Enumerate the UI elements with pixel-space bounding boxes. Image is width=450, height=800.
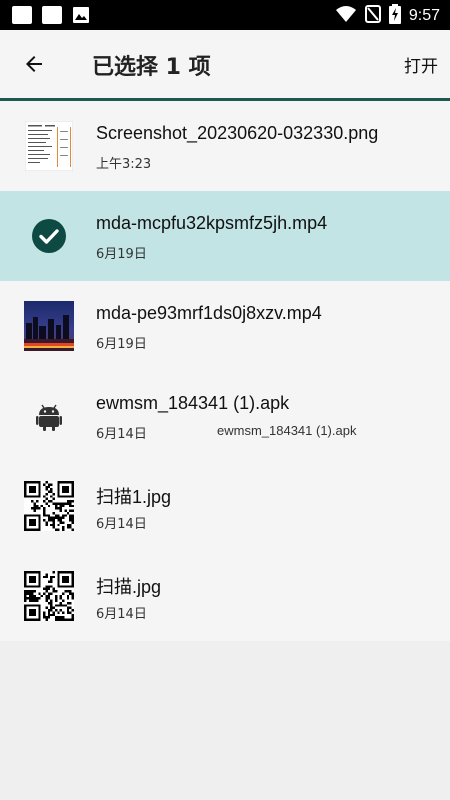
file-name: Screenshot_20230620-032330.png bbox=[96, 123, 379, 143]
file-row-selected-video[interactable]: mda-mcpfu32kpsmfz5jh.mp4 6月19日 bbox=[0, 191, 450, 281]
qr-code-thumbnail bbox=[24, 571, 74, 621]
selection-title: 已选择 1 项 bbox=[92, 55, 211, 80]
file-row-scan1[interactable]: 扫描1.jpg 6月14日 bbox=[0, 461, 450, 551]
file-name: ewmsm_184341 (1).apk bbox=[96, 393, 290, 413]
file-row-apk[interactable]: ewmsm_184341 (1).apk 6月14日 ewmsm_184341 … bbox=[0, 371, 450, 461]
status-bar: 9:57 bbox=[0, 0, 450, 30]
file-row-scan[interactable]: 扫描.jpg 6月14日 bbox=[0, 551, 450, 641]
wifi-icon bbox=[335, 5, 357, 27]
file-name: mda-mcpfu32kpsmfz5jh.mp4 bbox=[96, 213, 328, 233]
app-bar: 已选择 1 项 打开 bbox=[0, 30, 450, 101]
file-date: 6月14日 bbox=[96, 607, 147, 622]
notification-square-icon bbox=[12, 6, 32, 24]
file-row-screenshot[interactable]: Screenshot_20230620-032330.png 上午3:23 bbox=[0, 101, 450, 191]
file-summary: ewmsm_184341 (1).apk bbox=[217, 423, 357, 438]
file-date: 6月19日 bbox=[96, 247, 147, 262]
file-name: 扫描1.jpg bbox=[96, 487, 172, 507]
file-row-video[interactable]: mda-pe93mrf1ds0j8xzv.mp4 6月19日 bbox=[0, 281, 450, 371]
open-button[interactable]: 打开 bbox=[404, 52, 438, 77]
check-circle-icon bbox=[24, 211, 74, 261]
arrow-left-icon bbox=[26, 56, 42, 72]
image-notification-icon bbox=[72, 6, 90, 24]
file-list: Screenshot_20230620-032330.png 上午3:23 md… bbox=[0, 101, 450, 641]
file-date: 6月14日 bbox=[96, 427, 147, 442]
battery-charging-icon bbox=[388, 4, 401, 28]
video-thumbnail bbox=[24, 301, 74, 351]
file-name: 扫描.jpg bbox=[96, 577, 162, 597]
no-sim-icon bbox=[364, 5, 381, 27]
file-date: 6月19日 bbox=[96, 337, 147, 352]
status-time: 9:57 bbox=[408, 7, 440, 24]
document-thumbnail bbox=[24, 121, 74, 171]
notification-square-icon bbox=[42, 6, 62, 24]
back-button[interactable] bbox=[14, 44, 54, 84]
file-date: 上午3:23 bbox=[96, 157, 152, 172]
qr-code-thumbnail bbox=[24, 481, 74, 531]
file-date: 6月14日 bbox=[96, 517, 147, 532]
android-icon bbox=[24, 391, 74, 441]
file-name: mda-pe93mrf1ds0j8xzv.mp4 bbox=[96, 303, 322, 323]
